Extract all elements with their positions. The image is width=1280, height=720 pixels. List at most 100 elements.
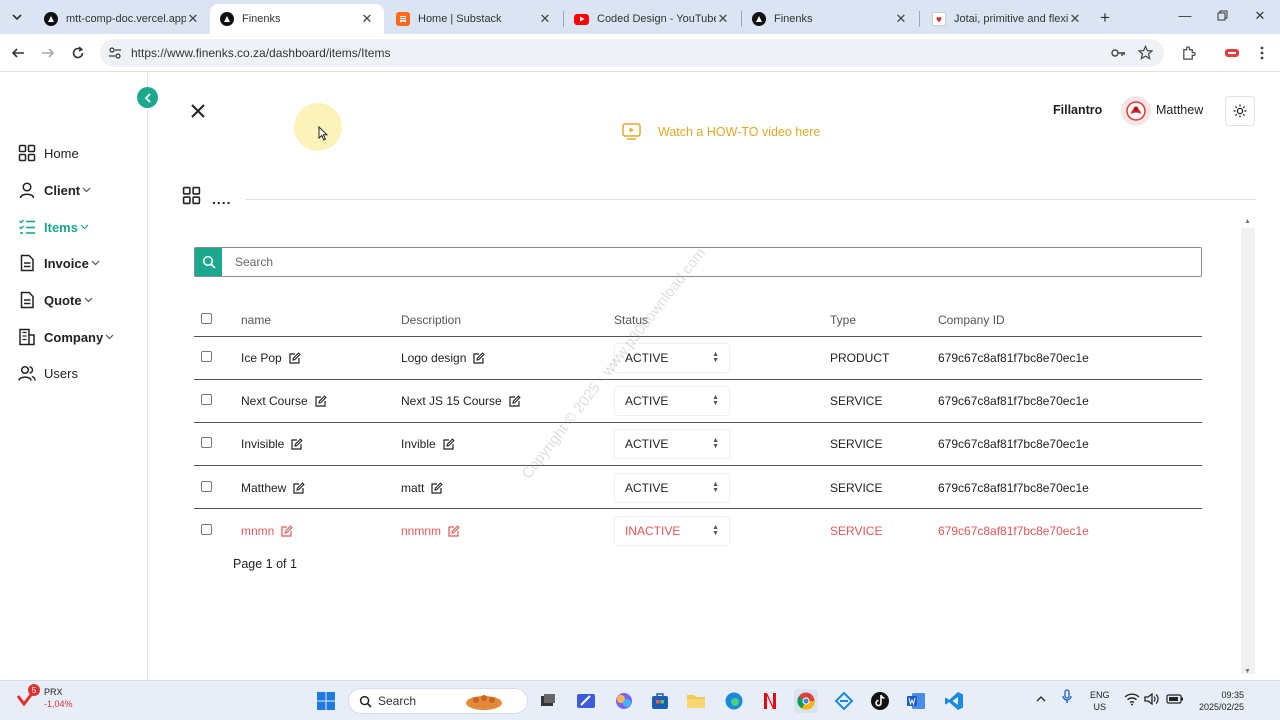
site-settings-icon[interactable] — [108, 46, 122, 60]
browser-tab[interactable]: Home | Substack ✕ — [386, 4, 562, 34]
search-button[interactable] — [195, 248, 222, 276]
store-icon[interactable] — [648, 689, 672, 713]
vscode-icon[interactable] — [942, 689, 966, 713]
edit-icon[interactable] — [314, 394, 327, 408]
browser-tab-strip: mtt-comp-doc.vercel.app ✕ Finenks ✕ Home… — [0, 0, 1280, 34]
theme-toggle-button[interactable] — [1225, 96, 1255, 126]
scroll-up-icon[interactable]: ▲ — [1244, 218, 1251, 225]
status-select[interactable]: ACTIVE ▲ ▼ — [614, 473, 730, 503]
browser-tab-active[interactable]: Finenks ✕ — [210, 4, 384, 34]
tab-title: Home | Substack — [418, 13, 502, 25]
close-icon[interactable] — [188, 101, 208, 121]
status-select[interactable]: INACTIVE ▲ ▼ — [614, 516, 730, 546]
sidebar-item-home[interactable]: Home — [18, 141, 79, 165]
user-name[interactable]: Matthew — [1156, 103, 1203, 117]
select-arrows-icon: ▲ ▼ — [712, 394, 719, 407]
volume-icon[interactable] — [1144, 689, 1160, 706]
select-all-checkbox[interactable] — [201, 313, 212, 324]
edit-icon[interactable] — [430, 481, 444, 495]
devtools-app-icon[interactable] — [832, 689, 856, 713]
edit-icon[interactable] — [447, 524, 460, 538]
edit-icon[interactable] — [508, 394, 521, 408]
edit-icon[interactable] — [280, 524, 294, 538]
windows-start-icon[interactable] — [314, 689, 338, 713]
tab-close-icon[interactable]: ✕ — [538, 11, 552, 27]
tiktok-icon[interactable] — [868, 689, 892, 713]
tab-close-icon[interactable]: ✕ — [716, 11, 730, 27]
row-checkbox[interactable] — [201, 351, 212, 362]
sidebar-item-invoice[interactable]: Invoice — [18, 251, 100, 275]
edit-icon[interactable] — [288, 351, 301, 365]
address-bar[interactable]: https://www.finenks.co.za/dashboard/item… — [100, 39, 1164, 67]
tray-chevron-up-icon[interactable] — [1036, 689, 1046, 702]
grid-view-icon[interactable] — [182, 186, 201, 205]
row-checkbox[interactable] — [201, 524, 212, 535]
column-header-company-id[interactable]: Company ID — [938, 313, 1005, 327]
word-icon[interactable] — [904, 689, 928, 713]
tab-close-icon[interactable]: ✕ — [360, 11, 374, 27]
language-indicator[interactable]: ENG US — [1090, 689, 1110, 713]
row-divider — [194, 422, 1202, 423]
window-close-icon[interactable]: ✕ — [1250, 8, 1270, 24]
sidebar-item-client[interactable]: Client — [18, 178, 91, 202]
more-options-dots[interactable]: .... — [212, 191, 232, 207]
chrome-icon[interactable] — [794, 689, 818, 713]
tab-close-icon[interactable]: ✕ — [186, 11, 200, 27]
item-description: Next JS 15 Course — [401, 394, 502, 408]
tab-close-icon[interactable]: ✕ — [1068, 11, 1082, 27]
new-tab-button[interactable]: + — [1100, 8, 1110, 28]
pen-app-icon[interactable] — [574, 689, 598, 713]
wifi-icon[interactable] — [1124, 689, 1140, 706]
task-view-icon[interactable] — [536, 689, 560, 713]
column-header-name[interactable]: name — [241, 313, 271, 327]
divider — [246, 199, 1256, 200]
scrollbar[interactable]: ▲ ▼ — [1240, 214, 1256, 680]
password-key-icon[interactable] — [1110, 45, 1126, 61]
bookmark-star-icon[interactable] — [1138, 45, 1153, 60]
taskbar-search[interactable]: Search — [348, 688, 528, 714]
status-select[interactable]: ACTIVE ▲ ▼ — [614, 386, 730, 416]
browser-tab[interactable]: Coded Design - YouTube ✕ — [564, 4, 740, 34]
copilot-icon[interactable] — [612, 689, 636, 713]
sidebar-item-quote[interactable]: Quote — [18, 288, 93, 312]
minimize-icon[interactable]: — — [1175, 8, 1195, 23]
scroll-down-icon[interactable]: ▼ — [1244, 668, 1251, 675]
edit-icon[interactable] — [472, 351, 486, 365]
tab-search-chevron-icon[interactable] — [6, 6, 28, 28]
column-header-description[interactable]: Description — [401, 313, 461, 327]
tab-close-icon[interactable]: ✕ — [894, 11, 908, 27]
restore-icon[interactable] — [1212, 8, 1232, 21]
system-clock[interactable]: 09:35 2025/02/25 — [1192, 689, 1244, 713]
row-checkbox[interactable] — [201, 481, 212, 492]
sidebar-item-company[interactable]: Company — [18, 325, 114, 349]
edge-icon[interactable] — [722, 689, 746, 713]
youtube-icon — [574, 13, 589, 25]
browser-tab[interactable]: Jotai, primitive and flexible ✕ — [922, 4, 1092, 34]
edit-icon[interactable] — [442, 437, 455, 451]
microphone-icon[interactable] — [1062, 689, 1072, 705]
reload-icon[interactable] — [68, 43, 88, 63]
forward-arrow-icon[interactable] — [38, 43, 58, 63]
howto-video-link[interactable]: Watch a HOW-TO video here — [622, 123, 820, 140]
extension-red-icon[interactable] — [1222, 43, 1242, 63]
extensions-puzzle-icon[interactable] — [1178, 43, 1198, 63]
row-checkbox[interactable] — [201, 394, 212, 405]
back-arrow-icon[interactable] — [8, 43, 28, 63]
sidebar-item-label: Client — [44, 182, 81, 198]
column-header-type[interactable]: Type — [830, 313, 856, 327]
status-select[interactable]: ACTIVE ▲ ▼ — [614, 429, 730, 459]
browser-menu-icon[interactable] — [1252, 43, 1272, 63]
sidebar-collapse-button[interactable] — [137, 87, 158, 108]
sidebar-item-items[interactable]: Items — [18, 215, 89, 239]
avatar[interactable] — [1121, 96, 1151, 126]
browser-tab[interactable]: mtt-comp-doc.vercel.app ✕ — [34, 4, 210, 34]
file-explorer-icon[interactable] — [684, 689, 708, 713]
edit-icon[interactable] — [292, 481, 306, 495]
battery-icon[interactable] — [1166, 689, 1184, 705]
row-checkbox[interactable] — [201, 437, 212, 448]
browser-tab[interactable]: Finenks ✕ — [742, 4, 918, 34]
sidebar-item-users[interactable]: Users — [18, 361, 78, 385]
stock-widget[interactable]: 5 PRX -1,04% — [16, 684, 73, 710]
netflix-icon[interactable] — [758, 689, 782, 713]
edit-icon[interactable] — [290, 437, 304, 451]
